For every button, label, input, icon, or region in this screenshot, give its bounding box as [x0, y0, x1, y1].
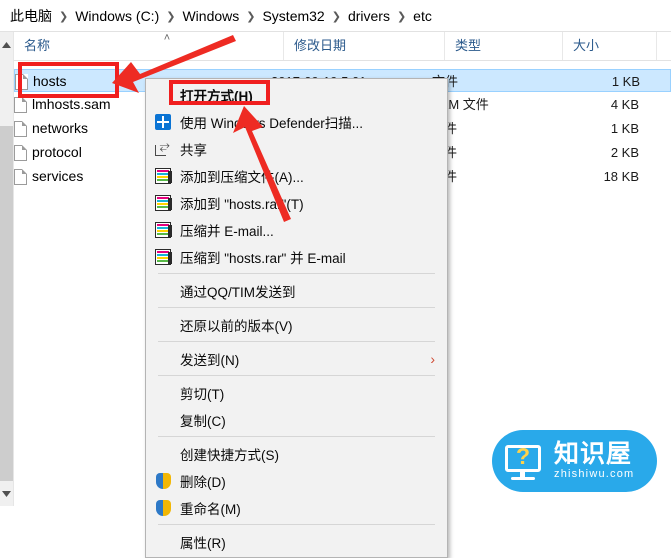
- breadcrumb-item-5[interactable]: etc: [413, 8, 432, 24]
- menu-item-14[interactable]: 剪切(T): [146, 379, 447, 406]
- monitor-question-icon: ?: [498, 435, 550, 487]
- menu-item-label: 共享: [180, 142, 207, 158]
- menu-item-label: 通过QQ/TIM发送到: [180, 284, 296, 300]
- menu-item-label: 复制(C): [180, 413, 226, 429]
- uac-shield-icon: [146, 494, 180, 521]
- annotation-box-hosts-file: [18, 62, 119, 98]
- menu-item-label: 使用 Windows Defender扫描...: [180, 115, 364, 131]
- menu-item-no-icon: [146, 528, 180, 555]
- menu-item-label: 压缩到 "hosts.rar" 并 E-mail: [180, 250, 346, 266]
- watermark-title: 知识屋: [554, 440, 633, 468]
- file-size: 18 KB: [603, 169, 639, 184]
- menu-separator: [158, 307, 435, 308]
- file-size: 2 KB: [610, 145, 639, 160]
- context-menu[interactable]: 打开方式(H) 使用 Windows Defender扫描... ⥂ 共享 添加到压缩文…: [145, 78, 448, 558]
- annotation-box-open-with: [169, 80, 270, 105]
- menu-item-label: 添加到 "hosts.rar"(T): [180, 196, 304, 212]
- menu-item-3[interactable]: 添加到压缩文件(A)...: [146, 162, 447, 189]
- breadcrumb-separator-icon: ❯: [166, 11, 176, 23]
- column-header-date[interactable]: 修改日期: [284, 32, 445, 60]
- breadcrumb[interactable]: 此电脑 ❯ Windows (C:) ❯ Windows ❯ System32 ❯ driver…: [0, 0, 671, 31]
- menu-item-label: 压缩并 E-mail...: [180, 223, 274, 239]
- scroll-down-arrow-icon[interactable]: [0, 485, 13, 502]
- file-icon: [14, 169, 27, 185]
- breadcrumb-item-3[interactable]: System32: [262, 8, 324, 24]
- menu-item-5[interactable]: 压缩并 E-mail...: [146, 216, 447, 243]
- menu-item-label: 重命名(M): [180, 501, 241, 517]
- menu-item-8[interactable]: 通过QQ/TIM发送到: [146, 277, 447, 304]
- breadcrumb-separator-icon: ❯: [59, 11, 69, 23]
- column-header-extra[interactable]: [657, 32, 671, 60]
- breadcrumb-separator-icon: ❯: [331, 11, 341, 23]
- menu-item-10[interactable]: 还原以前的版本(V): [146, 311, 447, 338]
- menu-item-label: 还原以前的版本(V): [180, 318, 293, 334]
- breadcrumb-item-0[interactable]: 此电脑: [10, 6, 52, 26]
- menu-item-19[interactable]: 重命名(M): [146, 494, 447, 521]
- menu-item-6[interactable]: 压缩到 "hosts.rar" 并 E-mail: [146, 243, 447, 270]
- file-size: 1 KB: [611, 74, 640, 89]
- scroll-up-arrow-icon[interactable]: [0, 36, 13, 53]
- watermark-domain: zhishiwu.com: [554, 468, 635, 480]
- menu-item-1[interactable]: 使用 Windows Defender扫描...: [146, 108, 447, 135]
- menu-item-21[interactable]: 属性(R): [146, 528, 447, 555]
- breadcrumb-separator-icon: ❯: [396, 11, 407, 23]
- menu-item-12[interactable]: 发送到(N) ›: [146, 345, 447, 372]
- file-icon: [14, 97, 27, 113]
- watermark-text: 知识屋 zhishiwu.com: [554, 441, 634, 481]
- vertical-scrollbar[interactable]: [0, 32, 14, 506]
- menu-item-no-icon: [146, 440, 180, 467]
- windows-defender-icon: [146, 108, 180, 135]
- column-header-type[interactable]: 类型: [445, 32, 563, 60]
- winrar-icon: [146, 162, 180, 189]
- menu-item-17[interactable]: 创建快捷方式(S): [146, 440, 447, 467]
- breadcrumb-item-2[interactable]: Windows: [182, 8, 239, 24]
- menu-separator: [158, 524, 435, 525]
- menu-item-no-icon: [146, 379, 180, 406]
- winrar-icon: [146, 216, 180, 243]
- menu-separator: [158, 341, 435, 342]
- share-icon: ⥂: [146, 135, 180, 162]
- menu-separator: [158, 375, 435, 376]
- column-header-name[interactable]: 名称: [14, 32, 284, 60]
- menu-item-label: 属性(R): [180, 535, 226, 551]
- breadcrumb-separator-icon: ❯: [246, 11, 256, 23]
- uac-shield-icon: [146, 467, 180, 494]
- winrar-icon: [146, 189, 180, 216]
- menu-item-label: 创建快捷方式(S): [180, 447, 279, 463]
- menu-item-18[interactable]: 删除(D): [146, 467, 447, 494]
- column-header-row: 名称 修改日期 类型 大小: [14, 32, 671, 60]
- menu-item-4[interactable]: 添加到 "hosts.rar"(T): [146, 189, 447, 216]
- sort-ascending-icon: ˄: [163, 32, 171, 44]
- menu-item-no-icon: [146, 277, 180, 304]
- submenu-chevron-icon: ›: [430, 350, 435, 367]
- monitor-base: [511, 477, 535, 480]
- breadcrumb-item-4[interactable]: drivers: [348, 8, 390, 24]
- file-name: networks: [32, 120, 89, 136]
- menu-item-no-icon: [146, 406, 180, 433]
- menu-item-2[interactable]: ⥂ 共享: [146, 135, 447, 162]
- menu-separator: [158, 436, 435, 437]
- file-name: services: [32, 168, 84, 184]
- menu-item-label: 添加到压缩文件(A)...: [180, 169, 304, 185]
- menu-item-label: 剪切(T): [180, 386, 225, 402]
- file-icon: [14, 145, 27, 161]
- column-header-size[interactable]: 大小: [563, 32, 657, 60]
- file-size: 1 KB: [610, 121, 639, 136]
- file-name: protocol: [32, 144, 82, 160]
- file-size: 4 KB: [610, 97, 639, 112]
- file-icon: [14, 121, 27, 137]
- menu-item-no-icon: [146, 345, 180, 372]
- menu-item-no-icon: [146, 311, 180, 338]
- menu-item-15[interactable]: 复制(C): [146, 406, 447, 433]
- scrollbar-thumb[interactable]: [0, 126, 13, 481]
- watermark-logo: ? 知识屋 zhishiwu.com: [492, 430, 657, 492]
- breadcrumb-item-1[interactable]: Windows (C:): [75, 8, 159, 24]
- question-mark-glyph: ?: [515, 443, 531, 469]
- menu-separator: [158, 273, 435, 274]
- menu-item-label: 发送到(N): [180, 352, 240, 368]
- menu-item-label: 删除(D): [180, 474, 226, 490]
- winrar-icon: [146, 243, 180, 270]
